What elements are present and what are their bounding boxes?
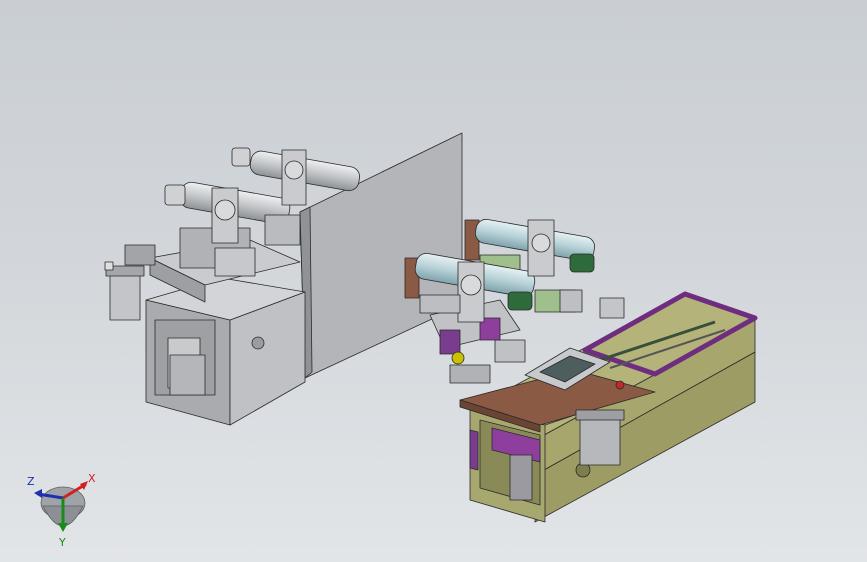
right-motor [579, 414, 621, 466]
left-motor [109, 269, 141, 321]
cad-3d-viewport[interactable]: X Z Y [0, 0, 867, 562]
y-axis-label: Y [58, 536, 66, 549]
right-module[interactable] [404, 218, 758, 523]
green-knob-lower [507, 291, 533, 311]
assembly-model[interactable] [0, 0, 867, 562]
z-axis-label: Z [27, 475, 35, 488]
x-axis-label: X [88, 472, 96, 485]
green-knob-upper [569, 253, 595, 273]
orientation-triad[interactable]: X Z Y [18, 468, 108, 558]
